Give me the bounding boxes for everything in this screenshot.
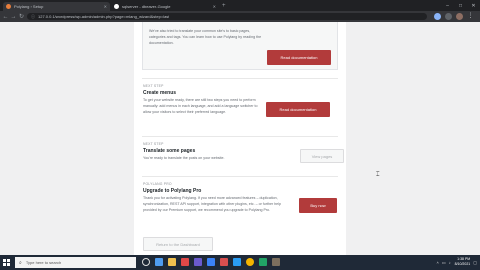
app-icon[interactable] [207,258,215,266]
documentation-card: We've also tried to translate your commo… [142,22,338,70]
read-documentation-button[interactable]: Read documentation [266,102,330,117]
upgrade-desc: Thank you for activating Polylang. If yo… [143,196,281,212]
search-placeholder: Type here to search [25,260,62,265]
menu-dots-icon[interactable]: ⋮ [467,13,474,20]
step-label: NEXT STEP [143,142,164,146]
notification-icon[interactable]: ▢ [473,260,477,265]
reload-icon[interactable]: ↻ [17,12,26,21]
app-icon[interactable] [181,258,189,266]
step-label: NEXT STEP [143,84,164,88]
extension-icon[interactable] [434,13,441,20]
step-label: POLYLANG PRO [143,182,172,186]
clock[interactable]: 1:38 PM 8/10/2021 [455,257,471,267]
google-favicon-icon [114,4,119,9]
tray-overflow-icon[interactable]: ˄ [437,260,439,265]
close-tab-icon[interactable]: ✕ [104,4,107,9]
volume-icon[interactable]: ♪ [449,260,451,265]
app-icon[interactable] [272,258,280,266]
divider [142,78,338,79]
mouse-cursor-icon: ⌶ [376,172,380,178]
upgrade-section: POLYLANG PRO Upgrade to Polylang Pro Tha… [142,182,338,232]
profile-avatar-icon[interactable] [456,13,463,20]
minimize-button[interactable]: – [441,0,454,11]
app-icon[interactable] [233,258,241,266]
windows-start-icon[interactable] [3,259,10,266]
maximize-button[interactable]: □ [454,0,467,11]
new-tab-button[interactable]: + [222,2,226,10]
polylang-favicon-icon [6,4,11,9]
read-documentation-button[interactable]: Read documentation [267,50,331,65]
file-explorer-icon[interactable] [168,258,176,266]
create-menus-section: NEXT STEP Create menus To get your websi… [142,84,338,134]
network-icon[interactable]: ▭ [442,260,446,265]
divider [142,176,338,177]
browser-tab-bar: Polylang › Setup ✕ sqlserver - dbeaver-G… [0,0,480,11]
close-window-button[interactable]: ✕ [467,0,480,11]
tab-polylang-setup[interactable]: Polylang › Setup ✕ [3,2,110,11]
close-tab-icon[interactable]: ✕ [213,4,216,9]
tab-title: Polylang › Setup [14,4,44,9]
system-tray: ˄ ▭ ♪ 1:38 PM 8/10/2021 ▢ [434,257,477,267]
create-menus-desc: To get your website ready, there are sti… [143,98,258,114]
search-icon: ⌕ [19,259,22,266]
taskbar: ⌕ Type here to search ˄ ▭ ♪ 1:38 PM 8/10… [0,255,480,270]
return-to-dashboard-button[interactable]: Return to the Dashboard [143,237,213,251]
upgrade-heading: Upgrade to Polylang Pro [143,188,202,194]
documentation-desc: We've also tried to translate your commo… [149,29,262,45]
extension-icon[interactable] [445,13,452,20]
tab-title: sqlserver - dbeaver-Google [122,4,171,9]
buy-now-button[interactable]: Buy now [299,198,337,213]
create-menus-heading: Create menus [143,90,177,96]
translate-pages-desc: You're ready to translate the posts on y… [143,156,225,160]
task-view-icon[interactable] [142,258,150,266]
app-icon[interactable] [220,258,228,266]
info-icon[interactable]: ⓘ [31,14,35,20]
address-input[interactable]: ⓘ 127.0.0.1/wordpress/wp-admin/admin.php… [27,13,427,20]
url-text: 127.0.0.1/wordpress/wp-admin/admin.php?p… [38,14,170,19]
wizard-content: We've also tried to translate your commo… [134,22,346,255]
task-switch-icon[interactable] [155,258,163,266]
taskbar-search-input[interactable]: ⌕ Type here to search [15,257,136,268]
app-icon[interactable] [194,258,202,266]
chrome-icon[interactable] [246,258,254,266]
address-bar-row: ← → ↻ ⓘ 127.0.0.1/wordpress/wp-admin/adm… [0,11,480,22]
view-pages-button[interactable]: View pages [300,149,344,163]
date-text: 8/10/2021 [454,262,471,266]
tab-sqlserver[interactable]: sqlserver - dbeaver-Google ✕ [111,2,219,11]
translate-pages-section: NEXT STEP Translate some pages You're re… [142,142,344,172]
divider [142,136,338,137]
excel-icon[interactable] [259,258,267,266]
translate-pages-heading: Translate some pages [143,148,196,154]
